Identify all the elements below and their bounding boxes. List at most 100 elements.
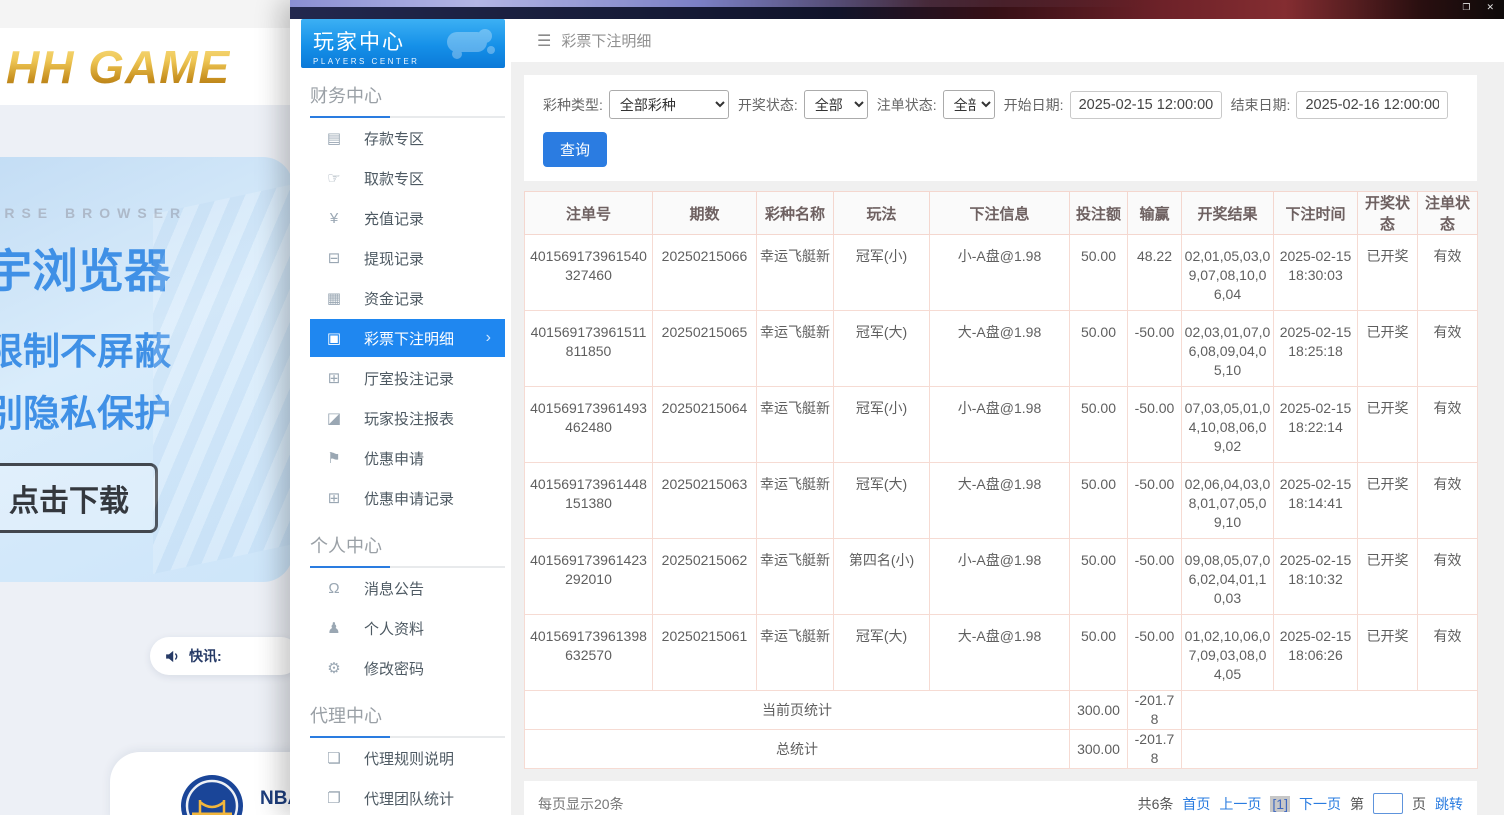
section-finance: 财务中心 bbox=[290, 68, 511, 118]
first-page-link[interactable]: 首页 bbox=[1182, 794, 1210, 814]
cell: 50.00 bbox=[1070, 615, 1128, 691]
cell: 冠军(小) bbox=[834, 387, 930, 463]
pagination-bar: 每页显示20条 共6条 首页 上一页 [1] 下一页 第 页 跳转 bbox=[524, 781, 1477, 815]
end-date-label: 结束日期: bbox=[1231, 95, 1291, 115]
coupon-icon: ⚑ bbox=[324, 449, 344, 467]
cell: 401569173961448151380 bbox=[525, 463, 653, 539]
page-summary-row: 当前页统计 300.00 -201.78 bbox=[525, 691, 1478, 730]
cell: 已开奖 bbox=[1358, 311, 1418, 387]
order-status-select[interactable]: 全部 bbox=[943, 90, 995, 119]
section-divider bbox=[310, 566, 505, 568]
cell: 大-A盘@1.98 bbox=[930, 311, 1070, 387]
summary-label: 当前页统计 bbox=[525, 691, 1070, 730]
sidebar-item-player-bet-report[interactable]: ◪ 玩家投注报表 bbox=[310, 398, 505, 438]
draw-status-label: 开奖状态: bbox=[738, 95, 798, 115]
end-date-input[interactable] bbox=[1296, 91, 1448, 119]
sidebar-item-withdrawal-records[interactable]: ⊟ 提现记录 bbox=[310, 238, 505, 278]
bank-card-icon: ▤ bbox=[324, 129, 344, 147]
cell: 50.00 bbox=[1070, 539, 1128, 615]
summary-bet-total: 300.00 bbox=[1070, 730, 1128, 769]
summary-empty bbox=[1182, 691, 1478, 730]
money-bag-icon: ¥ bbox=[324, 210, 344, 227]
cell: 已开奖 bbox=[1358, 235, 1418, 311]
col-header: 开奖结果 bbox=[1182, 192, 1274, 235]
close-icon[interactable]: ✕ bbox=[1486, 1, 1494, 13]
page-prefix: 第 bbox=[1350, 794, 1364, 814]
banner-subtitle: ERSE BROWSER bbox=[0, 205, 260, 221]
maximize-icon[interactable]: ❐ bbox=[1462, 1, 1470, 13]
col-header: 投注额 bbox=[1070, 192, 1128, 235]
sidebar-item-deposit-zone[interactable]: ▤ 存款专区 bbox=[310, 118, 505, 158]
sidebar-item-label: 厅室投注记录 bbox=[364, 368, 454, 389]
cell: 401569173961493462480 bbox=[525, 387, 653, 463]
cell: 有效 bbox=[1418, 235, 1478, 311]
section-label: 财务中心 bbox=[310, 68, 505, 116]
jump-link[interactable]: 跳转 bbox=[1435, 794, 1463, 814]
cell: -50.00 bbox=[1128, 311, 1182, 387]
prev-page-link[interactable]: 上一页 bbox=[1219, 794, 1261, 814]
cell: 第四名(小) bbox=[834, 539, 930, 615]
chevron-right-icon: › bbox=[486, 330, 491, 346]
cell: 401569173961398632570 bbox=[525, 615, 653, 691]
search-button[interactable]: 查询 bbox=[543, 132, 607, 167]
news-ticker: 快讯: bbox=[150, 637, 300, 675]
sidebar-item-funds-records[interactable]: ▦ 资金记录 bbox=[310, 278, 505, 318]
table-row: 40156917396139863257020250215061幸运飞艇新冠军(… bbox=[525, 615, 1478, 691]
cell: 有效 bbox=[1418, 615, 1478, 691]
cell: 大-A盘@1.98 bbox=[930, 463, 1070, 539]
col-header: 玩法 bbox=[834, 192, 930, 235]
banner-line1: 限制不屏蔽 bbox=[0, 321, 260, 375]
cell: 幸运飞艇新 bbox=[757, 463, 834, 539]
browser-promo-banner[interactable]: ERSE BROWSER 宇浏览器 限制不屏蔽 别隐私保护 点击下载 bbox=[0, 157, 293, 582]
sidebar-item-promo-application-records[interactable]: ⊞ 优惠申请记录 bbox=[310, 478, 505, 518]
cell: 401569173961540327460 bbox=[525, 235, 653, 311]
sidebar-item-personal-profile[interactable]: ♟ 个人资料 bbox=[310, 608, 505, 648]
section-divider bbox=[310, 116, 505, 118]
cell: 48.22 bbox=[1128, 235, 1182, 311]
draw-status-select[interactable]: 全部 bbox=[804, 90, 868, 119]
sidebar-item-hall-bet-records[interactable]: ⊞ 厅室投注记录 bbox=[310, 358, 505, 398]
sidebar-item-label: 代理团队统计 bbox=[364, 788, 454, 809]
sidebar-item-agent-team-stats[interactable]: ❐ 代理团队统计 bbox=[310, 778, 505, 815]
total-count: 共6条 bbox=[1138, 794, 1174, 814]
summary-winloss-total: -201.78 bbox=[1128, 691, 1182, 730]
sidebar-item-label: 资金记录 bbox=[364, 288, 424, 309]
user-icon: ♟ bbox=[324, 619, 344, 637]
download-button[interactable]: 点击下载 bbox=[0, 463, 158, 533]
cell: -50.00 bbox=[1128, 539, 1182, 615]
nba-card[interactable]: NBA bbox=[110, 752, 300, 815]
gamepad-icon bbox=[441, 24, 499, 62]
sidebar-item-agent-rules[interactable]: ❏ 代理规则说明 bbox=[310, 738, 505, 778]
lottery-type-select[interactable]: 全部彩种 bbox=[609, 90, 729, 119]
cell: 幸运飞艇新 bbox=[757, 615, 834, 691]
cell: 冠军(大) bbox=[834, 311, 930, 387]
sidebar-item-label: 存款专区 bbox=[364, 128, 424, 149]
summary-winloss-total: -201.78 bbox=[1128, 730, 1182, 769]
cell: 50.00 bbox=[1070, 387, 1128, 463]
cell: -50.00 bbox=[1128, 387, 1182, 463]
list-doc-icon: ▣ bbox=[324, 329, 344, 347]
start-date-input[interactable] bbox=[1070, 91, 1222, 119]
sidebar-item-recharge-records[interactable]: ¥ 充值记录 bbox=[310, 198, 505, 238]
chart-report-icon: ◪ bbox=[324, 409, 344, 427]
per-page-label: 每页显示20条 bbox=[538, 794, 624, 814]
hamburger-icon[interactable]: ☰ bbox=[537, 31, 551, 51]
sidebar-item-promo-application[interactable]: ⚑ 优惠申请 bbox=[310, 438, 505, 478]
sidebar-item-change-password[interactable]: ⚙ 修改密码 bbox=[310, 648, 505, 688]
cell: 已开奖 bbox=[1358, 615, 1418, 691]
cell: 401569173961423292010 bbox=[525, 539, 653, 615]
section-label: 个人中心 bbox=[310, 518, 505, 566]
next-page-link[interactable]: 下一页 bbox=[1299, 794, 1341, 814]
sidebar-item-news-announcements[interactable]: Ω 消息公告 bbox=[310, 568, 505, 608]
page-number-input[interactable] bbox=[1373, 793, 1403, 814]
cell: 小-A盘@1.98 bbox=[930, 235, 1070, 311]
sidebar-item-lottery-bet-details[interactable]: ▣ 彩票下注明细 › bbox=[310, 319, 505, 357]
summary-label: 总统计 bbox=[525, 730, 1070, 769]
list-grid-icon: ⊞ bbox=[324, 369, 344, 387]
speaker-icon bbox=[164, 648, 181, 665]
cell: 2025-02-15 18:14:41 bbox=[1274, 463, 1358, 539]
cell: 20250215066 bbox=[653, 235, 757, 311]
banner-title: 宇浏览器 bbox=[0, 235, 260, 301]
sidebar-item-withdraw-zone[interactable]: ☞ 取款专区 bbox=[310, 158, 505, 198]
page-suffix: 页 bbox=[1412, 794, 1426, 814]
